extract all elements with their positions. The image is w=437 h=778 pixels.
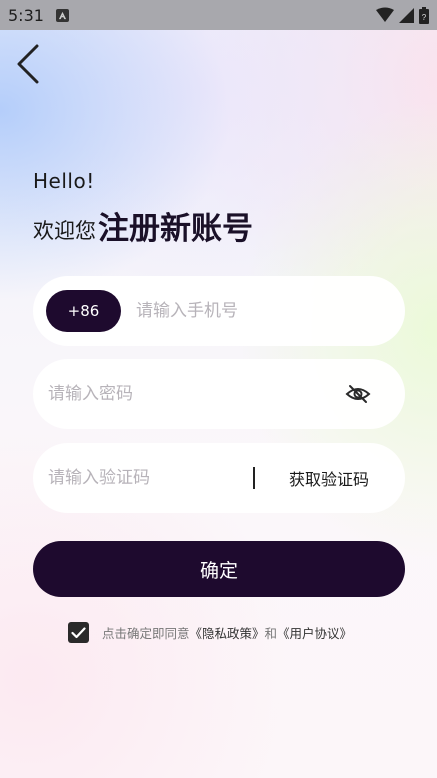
privacy-policy-link[interactable]: 《隐私政策》: [190, 626, 265, 641]
chevron-left-icon: [17, 44, 39, 84]
agreement-prefix: 点击确定即同意: [102, 626, 190, 641]
welcome-prefix: 欢迎您: [33, 219, 96, 243]
password-input[interactable]: [48, 384, 328, 404]
status-bar: 5:31 ?: [0, 0, 437, 30]
status-time: 5:31: [8, 5, 44, 25]
svg-text:?: ?: [422, 13, 427, 22]
agreement-row: 点击确定即同意《隐私政策》和《用户协议》: [68, 622, 352, 643]
checkmark-icon: [71, 626, 86, 638]
agreement-checkbox[interactable]: [68, 622, 89, 643]
a-notification-icon: [55, 8, 69, 22]
eye-off-icon: [345, 385, 371, 403]
welcome-heading: 欢迎您 注册新账号: [33, 203, 253, 248]
confirm-button[interactable]: 确定: [33, 541, 405, 597]
verification-code-input[interactable]: [48, 468, 248, 488]
hello-text: Hello!: [33, 169, 95, 193]
country-code-button[interactable]: +86: [46, 290, 121, 332]
phone-field: +86: [33, 276, 405, 346]
back-button[interactable]: [12, 42, 48, 84]
page-title: 注册新账号: [98, 211, 253, 247]
password-visibility-toggle[interactable]: [345, 384, 371, 404]
phone-input[interactable]: [136, 301, 386, 321]
battery-icon: ?: [419, 6, 429, 24]
status-icons: ?: [376, 6, 429, 24]
wifi-icon: [376, 7, 394, 22]
verification-code-field: 获取验证码: [33, 443, 405, 513]
cell-signal-icon: [399, 7, 414, 23]
password-field: [33, 359, 405, 429]
get-code-button[interactable]: 获取验证码: [289, 466, 369, 490]
divider: [253, 467, 255, 489]
agreement-conjunction: 和: [264, 626, 278, 641]
agreement-text: 点击确定即同意《隐私政策》和《用户协议》: [102, 623, 352, 642]
user-agreement-link[interactable]: 《用户协议》: [277, 626, 352, 641]
